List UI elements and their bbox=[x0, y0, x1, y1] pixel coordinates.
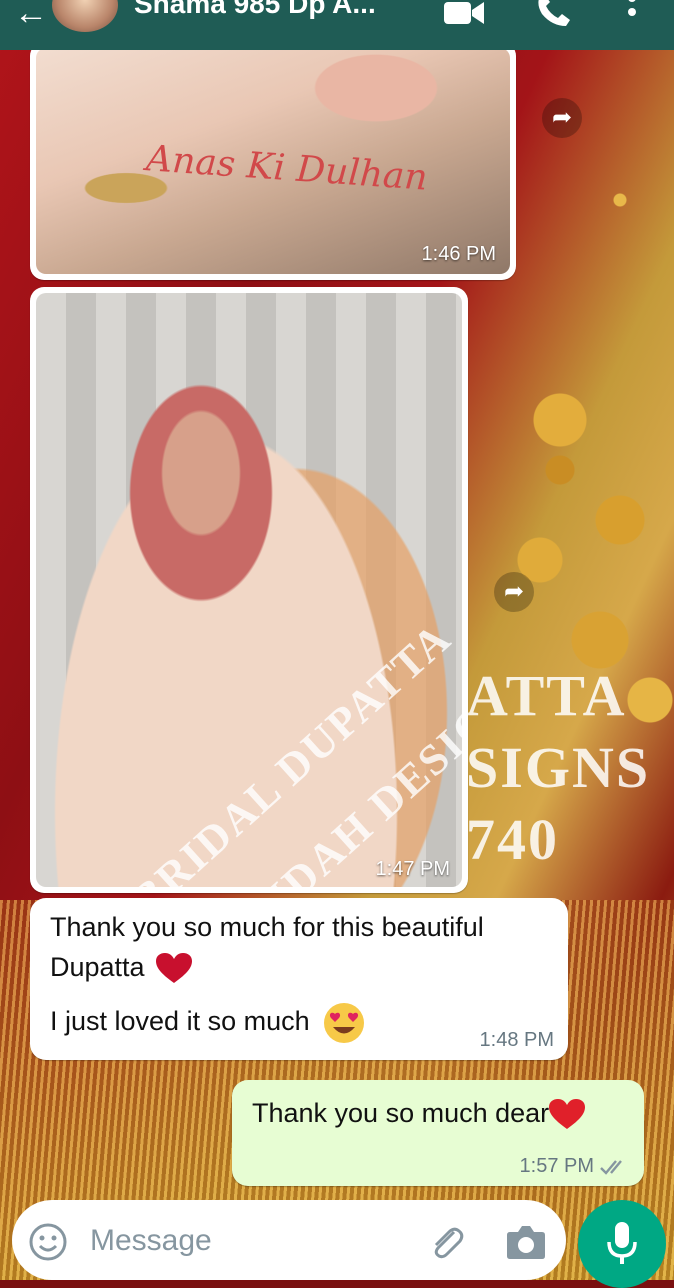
contact-avatar[interactable] bbox=[52, 0, 118, 32]
mic-button[interactable] bbox=[578, 1200, 666, 1288]
more-options-icon[interactable] bbox=[624, 0, 640, 30]
message-input[interactable] bbox=[88, 1218, 392, 1264]
camera-icon[interactable] bbox=[506, 1224, 546, 1260]
red-heart-emoji-icon bbox=[549, 1098, 586, 1129]
message-text: I just loved it so much bbox=[50, 1006, 310, 1037]
attach-icon[interactable] bbox=[426, 1222, 466, 1262]
wallpaper-text-3: 740 bbox=[466, 807, 559, 872]
message-time: 1:48 PM bbox=[479, 1029, 554, 1051]
red-heart-emoji-icon bbox=[156, 952, 193, 983]
wallpaper-text-2: SIGNS bbox=[466, 735, 651, 800]
message-time: 1:46 PM bbox=[421, 243, 496, 265]
message-line: I just loved it so much bbox=[50, 1002, 365, 1044]
forward-icon[interactable]: ➦ bbox=[542, 98, 582, 138]
forward-icon[interactable]: ➦ bbox=[494, 572, 534, 612]
contact-name[interactable]: Shama 985 Dp A... bbox=[134, 0, 376, 20]
message-line: Thank you so much dear bbox=[252, 1098, 586, 1131]
back-arrow-icon[interactable]: ← bbox=[14, 0, 48, 33]
message-text: Dupatta bbox=[50, 952, 145, 982]
emoji-icon[interactable] bbox=[28, 1222, 68, 1262]
message-time: 1:57 PM bbox=[519, 1155, 594, 1177]
video-call-icon[interactable] bbox=[444, 0, 484, 26]
message-composer bbox=[12, 1200, 566, 1280]
message-line: Dupatta bbox=[50, 952, 193, 985]
voice-call-icon[interactable] bbox=[536, 0, 572, 28]
incoming-text-message[interactable]: Thank you so much for this beautiful Dup… bbox=[30, 898, 568, 1060]
mic-icon bbox=[607, 1222, 637, 1264]
wallpaper-text-1: ATTA bbox=[466, 663, 627, 728]
heart-eyes-emoji-icon bbox=[324, 1003, 365, 1043]
bridal-photo[interactable]: Anas Ki Dulhan bbox=[36, 48, 510, 274]
message-time: 1:47 PM bbox=[375, 858, 450, 880]
message-text: Thank you so much dear bbox=[252, 1098, 550, 1128]
message-line: Thank you so much for this beautiful bbox=[50, 912, 484, 942]
read-receipt-icon bbox=[600, 1160, 622, 1175]
image-message[interactable]: BRIDAL DUPATTA BY RIDAH DESIGNS 1:47 PM bbox=[30, 287, 468, 893]
chat-header: ← Shama 985 Dp A... bbox=[0, 0, 674, 50]
image-message[interactable]: Anas Ki Dulhan 1:46 PM bbox=[30, 42, 516, 280]
photo-caption: Anas Ki Dulhan bbox=[144, 138, 429, 199]
wallpaper-watermark: ATTA SIGNS 740 bbox=[466, 660, 674, 876]
outgoing-text-message[interactable]: Thank you so much dear 1:57 PM bbox=[232, 1080, 644, 1186]
